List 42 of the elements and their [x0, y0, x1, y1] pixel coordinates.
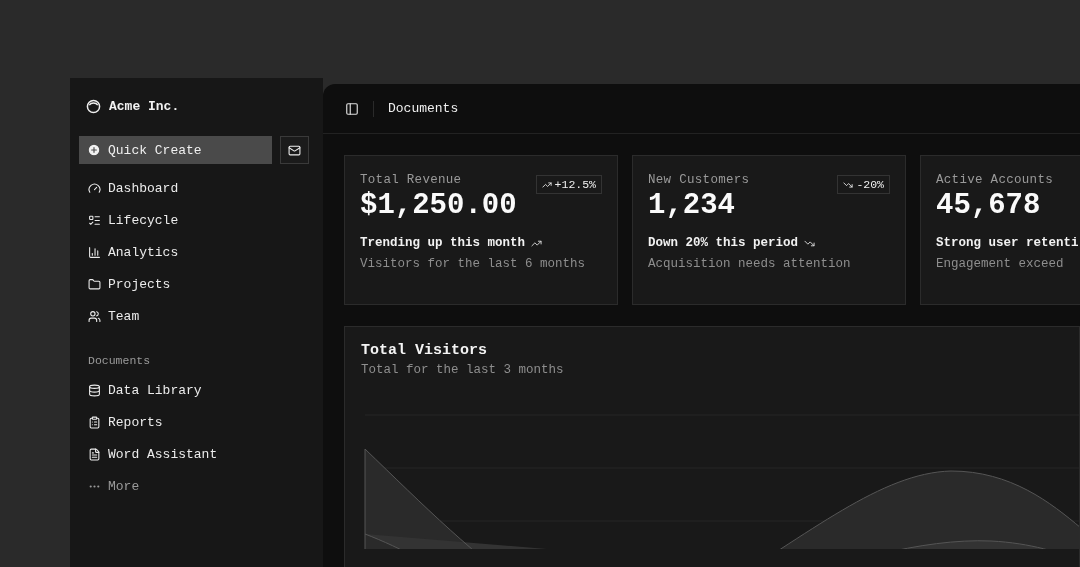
users-icon: [88, 309, 101, 323]
nav-item[interactable]: Lifecycle: [79, 204, 309, 236]
database-icon: [88, 383, 101, 397]
stat-label: Active Accounts: [936, 173, 1054, 187]
mail-icon: [288, 143, 301, 157]
list-icon: [88, 213, 101, 227]
gauge-icon: [88, 181, 101, 195]
bar-chart-icon: [88, 245, 101, 259]
nav-item[interactable]: Data Library: [79, 374, 309, 406]
logo-icon: [86, 98, 101, 114]
quick-create-button[interactable]: Quick Create: [79, 136, 272, 164]
nav-item[interactable]: Reports: [79, 406, 309, 438]
section-heading: Documents: [87, 354, 152, 369]
stat-value: 45,678: [936, 189, 1042, 222]
stat-headline: Down 20% this period: [648, 236, 799, 250]
nav-item[interactable]: Team: [79, 300, 309, 332]
clipboard-icon: [88, 415, 101, 429]
stat-label: Total Revenue: [360, 173, 462, 187]
stat-headline: Strong user retenti: [936, 236, 1079, 250]
stat-note: Engagement exceed: [936, 257, 1065, 271]
stat-headline: Trending up this month: [360, 236, 526, 250]
mail-button[interactable]: [280, 136, 309, 164]
nav-item[interactable]: Analytics: [79, 236, 309, 268]
stat-value: 1,234: [648, 189, 736, 222]
trend-badge: -20%: [837, 175, 890, 194]
chart-subtitle: Total for the last 3 months: [361, 363, 565, 377]
nav-item[interactable]: Dashboard: [79, 172, 309, 204]
stat-value: $1,250.00: [360, 189, 518, 222]
more-link[interactable]: More: [79, 470, 309, 502]
nav-item[interactable]: Projects: [79, 268, 309, 300]
sidebar-toggle-icon[interactable]: [345, 101, 359, 116]
stat-note: Visitors for the last 6 months: [360, 257, 587, 271]
stat-note: Acquisition needs attention: [648, 257, 852, 271]
brand-name: Acme Inc.: [109, 98, 180, 114]
trend-badge: +12.5%: [535, 175, 602, 194]
nav-item[interactable]: Word Assistant: [79, 438, 309, 470]
document-icon: [88, 447, 101, 461]
page-title: Documents: [388, 101, 459, 116]
plus-icon: [87, 143, 101, 157]
stat-label: New Customers: [648, 173, 750, 187]
chart-title: Total Visitors: [361, 342, 489, 359]
folder-icon: [88, 277, 101, 291]
